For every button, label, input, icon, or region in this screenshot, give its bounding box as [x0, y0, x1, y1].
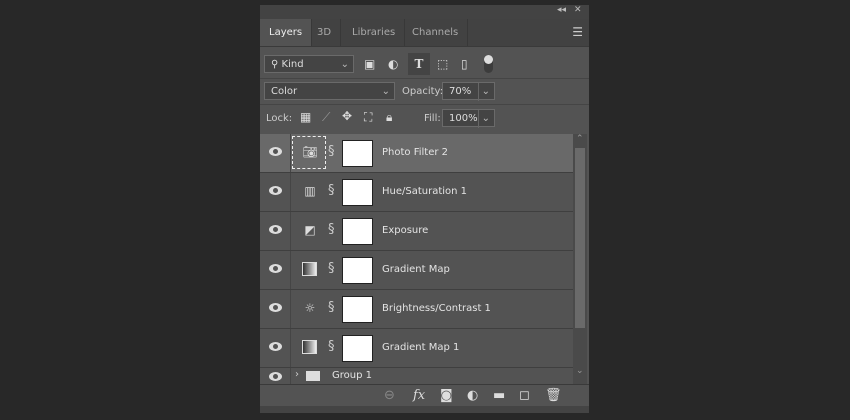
- link-layers-icon[interactable]: ⊖: [384, 388, 395, 403]
- panel-menu-icon[interactable]: ☰: [572, 25, 583, 39]
- layer-mask-thumbnail[interactable]: [342, 257, 373, 284]
- hue-saturation-icon: ▥: [304, 184, 316, 198]
- tab-libraries[interactable]: Libraries: [343, 19, 406, 46]
- lock-image-pixels-icon[interactable]: ⟋: [322, 110, 330, 125]
- layer-name[interactable]: Photo Filter 2: [382, 147, 448, 158]
- visibility-eye-icon[interactable]: [269, 303, 282, 312]
- lock-label: Lock:: [266, 113, 293, 124]
- resize-grip[interactable]: [260, 406, 589, 413]
- fx-icon[interactable]: fx: [413, 388, 425, 403]
- visibility-eye-icon[interactable]: [269, 372, 282, 381]
- chevron-down-icon[interactable]: ⌄: [477, 83, 490, 101]
- collapse-icon[interactable]: ◂◂: [557, 5, 566, 15]
- gradient-map-icon: [302, 340, 317, 354]
- scrollbar-thumb[interactable]: [575, 148, 585, 328]
- layer-list: 📷︎ § Photo Filter 2 ▥ § Hue/Saturation 1…: [260, 134, 573, 384]
- layer-mask-thumbnail[interactable]: [342, 296, 373, 323]
- link-chain-icon[interactable]: §: [328, 339, 335, 354]
- visibility-eye-icon[interactable]: [269, 342, 282, 351]
- layer-row-group[interactable]: › Group 1: [260, 368, 573, 384]
- scrollbar[interactable]: ⌃ ⌄: [573, 134, 587, 384]
- search-icon: ⚲: [271, 59, 282, 70]
- filter-toggle[interactable]: [484, 55, 493, 73]
- brightness-icon: ☼: [304, 301, 316, 315]
- layer-name[interactable]: Brightness/Contrast 1: [382, 303, 491, 314]
- layer-row[interactable]: ◩ § Exposure: [260, 212, 573, 251]
- tab-bar: Layers 3D Libraries Channels ☰: [260, 19, 589, 47]
- divider: [260, 104, 589, 105]
- tab-layers[interactable]: Layers: [260, 19, 313, 46]
- type-filter-icon[interactable]: T: [408, 53, 430, 75]
- layer-mask-thumbnail[interactable]: [342, 179, 373, 206]
- opacity-value: 70%: [449, 86, 472, 97]
- pixel-filter-icon[interactable]: ▣: [364, 57, 375, 71]
- panel-title-bar: ◂◂ ✕: [260, 5, 589, 19]
- divider: [260, 78, 589, 79]
- chevron-down-icon: ⌄: [340, 59, 349, 70]
- fill-value: 100%: [449, 113, 478, 124]
- layer-name[interactable]: Hue/Saturation 1: [382, 186, 467, 197]
- layer-name[interactable]: Gradient Map: [382, 264, 450, 275]
- layers-panel: ◂◂ ✕ Layers 3D Libraries Channels ☰ ⚲ Ki…: [260, 5, 589, 413]
- layer-row[interactable]: ▥ § Hue/Saturation 1: [260, 173, 573, 212]
- visibility-eye-icon[interactable]: [269, 225, 282, 234]
- visibility-eye-icon[interactable]: [269, 186, 282, 195]
- layer-name[interactable]: Group 1: [332, 370, 372, 381]
- blend-mode-value: Color: [271, 86, 298, 97]
- camera-icon: 📷︎: [302, 145, 318, 159]
- opacity-label: Opacity:: [402, 86, 444, 97]
- link-chain-icon[interactable]: §: [328, 144, 335, 159]
- visibility-eye-icon[interactable]: [269, 147, 282, 156]
- tab-channels[interactable]: Channels: [403, 19, 469, 46]
- lock-position-icon[interactable]: ✥: [342, 109, 352, 123]
- visibility-eye-icon[interactable]: [269, 264, 282, 273]
- link-chain-icon[interactable]: §: [328, 222, 335, 237]
- close-icon[interactable]: ✕: [574, 5, 582, 15]
- layer-row[interactable]: ☼ § Brightness/Contrast 1: [260, 290, 573, 329]
- bottom-toolbar: ⊖ fx ◙ ◐ ▬ ◻ 🗑︎: [260, 384, 589, 407]
- new-group-icon[interactable]: ▬: [493, 388, 505, 403]
- smart-object-filter-icon[interactable]: ▯: [461, 57, 468, 71]
- folder-icon: [306, 371, 320, 381]
- add-mask-icon[interactable]: ◙: [440, 388, 453, 403]
- layer-row[interactable]: 📷︎ § Photo Filter 2: [260, 134, 573, 173]
- gradient-map-icon: [302, 262, 317, 276]
- new-layer-icon[interactable]: ◻: [519, 388, 530, 403]
- layer-name[interactable]: Gradient Map 1: [382, 342, 459, 353]
- layer-row[interactable]: § Gradient Map: [260, 251, 573, 290]
- opacity-input[interactable]: 70% ⌄: [442, 82, 495, 101]
- expand-chevron-icon[interactable]: ›: [295, 369, 299, 380]
- link-chain-icon[interactable]: §: [328, 300, 335, 315]
- blend-mode-select[interactable]: Color ⌄: [264, 82, 395, 100]
- new-adjustment-layer-icon[interactable]: ◐: [467, 388, 478, 403]
- lock-all-icon[interactable]: 🔒︎: [386, 110, 392, 125]
- layer-name[interactable]: Exposure: [382, 225, 428, 236]
- delete-layer-icon[interactable]: 🗑︎: [545, 388, 562, 403]
- lock-artboard-icon[interactable]: ⛶: [364, 110, 372, 125]
- kind-label: Kind: [281, 59, 304, 70]
- tab-3d[interactable]: 3D: [308, 19, 342, 46]
- adjustment-filter-icon[interactable]: ◐: [388, 57, 398, 71]
- fill-input[interactable]: 100% ⌄: [442, 109, 495, 128]
- scroll-up-icon[interactable]: ⌃: [576, 134, 584, 144]
- kind-filter-select[interactable]: ⚲ Kind ⌄: [264, 55, 354, 73]
- link-chain-icon[interactable]: §: [328, 261, 335, 276]
- fill-label: Fill:: [424, 113, 441, 124]
- scroll-down-icon[interactable]: ⌄: [576, 366, 584, 376]
- chevron-down-icon[interactable]: ⌄: [477, 110, 490, 128]
- layer-mask-thumbnail[interactable]: [342, 335, 373, 362]
- lock-transparent-pixels-icon[interactable]: ▦: [300, 110, 311, 124]
- layer-mask-thumbnail[interactable]: [342, 218, 373, 245]
- link-chain-icon[interactable]: §: [328, 183, 335, 198]
- layer-row[interactable]: § Gradient Map 1: [260, 329, 573, 368]
- exposure-icon: ◩: [304, 223, 316, 237]
- layer-mask-thumbnail[interactable]: [342, 140, 373, 167]
- chevron-down-icon: ⌄: [381, 86, 390, 97]
- shape-filter-icon[interactable]: ⬚: [437, 57, 448, 71]
